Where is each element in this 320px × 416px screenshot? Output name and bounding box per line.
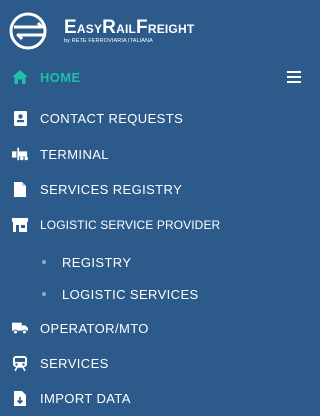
brand-subtitle: by RETE FERROVIARIA ITALIANA — [64, 38, 153, 44]
nav-item-operator-mto[interactable]: OPERATOR/MTO — [0, 313, 305, 343]
nav-item-contact-requests[interactable]: CONTACT REQUESTS — [0, 103, 305, 133]
import-file-icon — [12, 390, 28, 406]
forklift-icon — [12, 146, 28, 162]
nav-item-label: SERVICES REGISTRY — [40, 181, 183, 197]
nav-subitem-label: REGISTRY — [62, 255, 132, 270]
sidebar-header: EASYRAILFREIGHT by RETE FERROVIARIA ITAL… — [0, 0, 305, 62]
nav-item-services[interactable]: SERVICES — [0, 348, 305, 378]
home-icon — [12, 69, 28, 85]
nav-item-label: IMPORT DATA — [40, 390, 131, 406]
logo-icon[interactable] — [8, 11, 52, 51]
nav-item-import-data[interactable]: IMPORT DATA — [0, 383, 305, 413]
nav-item-home-label: HOME — [40, 69, 81, 85]
nav-subitem-label: LOGISTIC SERVICES — [62, 287, 199, 302]
storefront-icon — [12, 217, 28, 233]
nav-item-label: TERMINAL — [40, 146, 109, 162]
bullet-icon — [42, 260, 46, 264]
nav-item-label: CONTACT REQUESTS — [40, 110, 184, 126]
train-icon — [12, 355, 28, 371]
nav-item-terminal[interactable]: TERMINAL — [0, 139, 305, 169]
document-icon — [12, 181, 28, 197]
brand-logo-text[interactable]: EASYRAILFREIGHT by RETE FERROVIARIA ITAL… — [64, 18, 194, 45]
nav-subitem-logistic-services[interactable]: LOGISTIC SERVICES — [0, 280, 305, 308]
brand-name: EASYRAILFREIGHT — [64, 17, 195, 38]
bullet-icon — [42, 292, 46, 296]
nav-item-services-registry[interactable]: SERVICES REGISTRY — [0, 174, 305, 204]
nav-item-label: OPERATOR/MTO — [40, 320, 149, 336]
nav-item-label: LOGISTIC SERVICE PROVIDER — [40, 218, 221, 232]
truck-icon — [12, 320, 28, 336]
nav-item-label: SERVICES — [40, 355, 109, 371]
nav-item-home[interactable]: HOME — [0, 62, 305, 92]
contact-card-icon — [12, 110, 28, 126]
nav-item-logistic-service-provider[interactable]: LOGISTIC SERVICE PROVIDER — [0, 210, 305, 240]
menu-toggle-icon[interactable] — [287, 71, 301, 83]
nav-subitem-registry[interactable]: REGISTRY — [0, 248, 305, 276]
